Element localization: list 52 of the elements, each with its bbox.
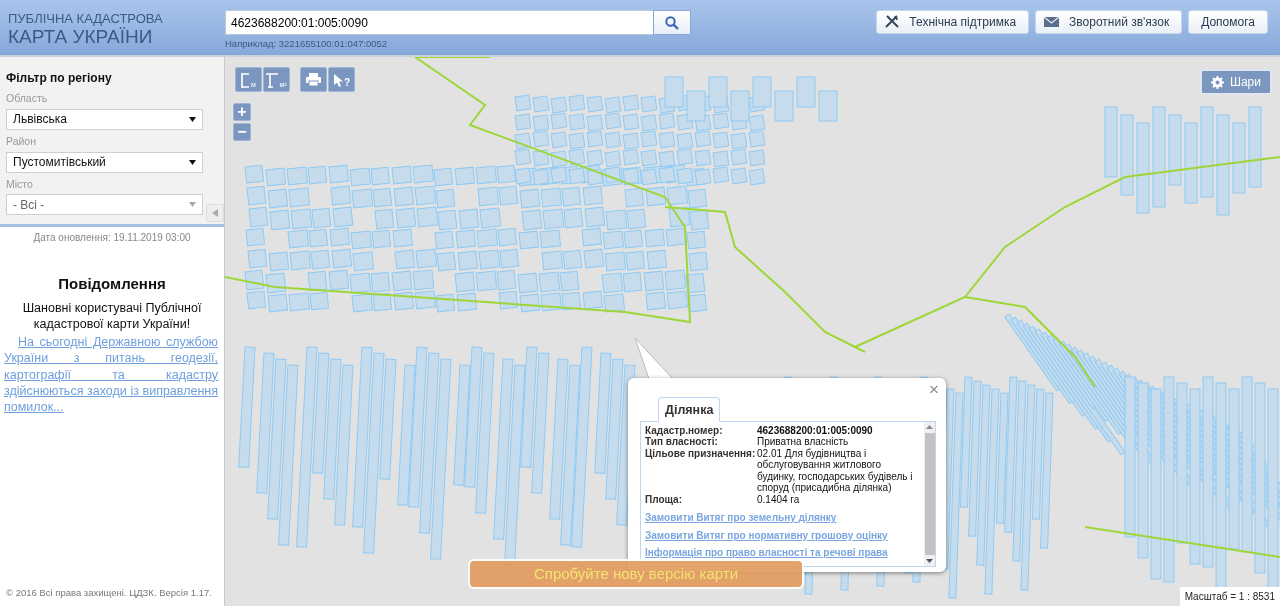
new-version-button[interactable]: Спробуйте нову версію карти [468,559,804,589]
scrollbar-thumb[interactable] [924,432,935,555]
notice-greeting: Шановні користувачі Публічної кадастрової карти України! [21,299,203,332]
print-button[interactable] [300,67,327,92]
envelope-icon [1044,17,1060,27]
field-row-text: Тип власності: Приватна власність [645,436,850,448]
field-row-text: Цільове призначення: 02.01 Для будівництва і обслуговування житлового будинку, господарських будівель і споруд (присадибна ділянка) [645,447,914,494]
close-button[interactable]: × [927,381,941,398]
popup-link[interactable]: Замовити Витяг про нормативну грошову оцінку [645,529,888,542]
zoom-in-button[interactable]: + [233,103,251,121]
zoom-out-button[interactable]: − [233,123,251,141]
filter-title: Фільтр по регіону [6,70,112,87]
region-select[interactable]: Львівська [6,108,203,130]
gear-icon [1210,75,1224,89]
search-field[interactable]: 4623688200:01:005:0090 [225,10,653,35]
filter-label: Область [6,91,48,106]
logo-title: ПУБЛІЧНА КАДАСТРОВА [8,12,163,25]
printer-icon [306,73,321,86]
tools-icon [885,15,900,29]
notice-link[interactable]: На сьогодні Державною службою України з питань геодезії, картографії та кадастру здійснюються заходи із виправлення помилок... [4,334,218,416]
caret-icon [189,159,196,165]
collapse-icon [212,209,218,217]
popup-link[interactable]: Замовити Витяг про земельну ділянку [645,512,837,524]
info-pointer-button[interactable]: ? [328,67,355,92]
ruler-icon [266,73,279,88]
ruler-icon [241,73,251,88]
search-button[interactable] [653,10,691,35]
region-select[interactable]: Пустомитівський [6,151,203,173]
logo-title: КАРТА УКРАЇНИ [8,27,153,46]
filter-label: Район [6,133,36,149]
map-scale: Масштаб = 1 : 8531 [1179,587,1280,606]
copyright-text: © 2016 Всі права захищені. ЦДЗК. Версія 1.17. [5,585,213,600]
popup-tab[interactable]: Ділянка [658,397,721,422]
layers-button[interactable]: Шари [1199,69,1272,95]
scrollbar-track[interactable] [924,421,935,566]
scroll-down-icon[interactable] [926,558,933,563]
collapse-button[interactable] [206,204,224,222]
filter-label: Місто [6,176,33,192]
scroll-up-icon[interactable] [926,424,933,429]
update-date: Дата оновлення: 19.11.2019 03:00 [32,231,192,245]
field-row-text: Кадастр.номер: 4623688200:01:005:0090 [645,424,874,437]
caret-icon [189,202,196,208]
header-button[interactable]: Допомога [1188,10,1268,34]
field-row-text: Площа: 0.1404 га [645,493,801,506]
caret-icon [189,116,196,122]
popup-link[interactable]: Інформація про право власності та речові права [645,547,888,559]
header-button[interactable]: Зворотний зв'язок [1035,10,1183,34]
header-button[interactable]: Технічна підтримка [876,10,1030,34]
search-hint: Наприклад: 3221655100:01:047:0052 [225,37,388,51]
search-icon [665,15,679,30]
pointer-icon [332,74,343,88]
notice-title: Повідомлення [57,274,167,294]
